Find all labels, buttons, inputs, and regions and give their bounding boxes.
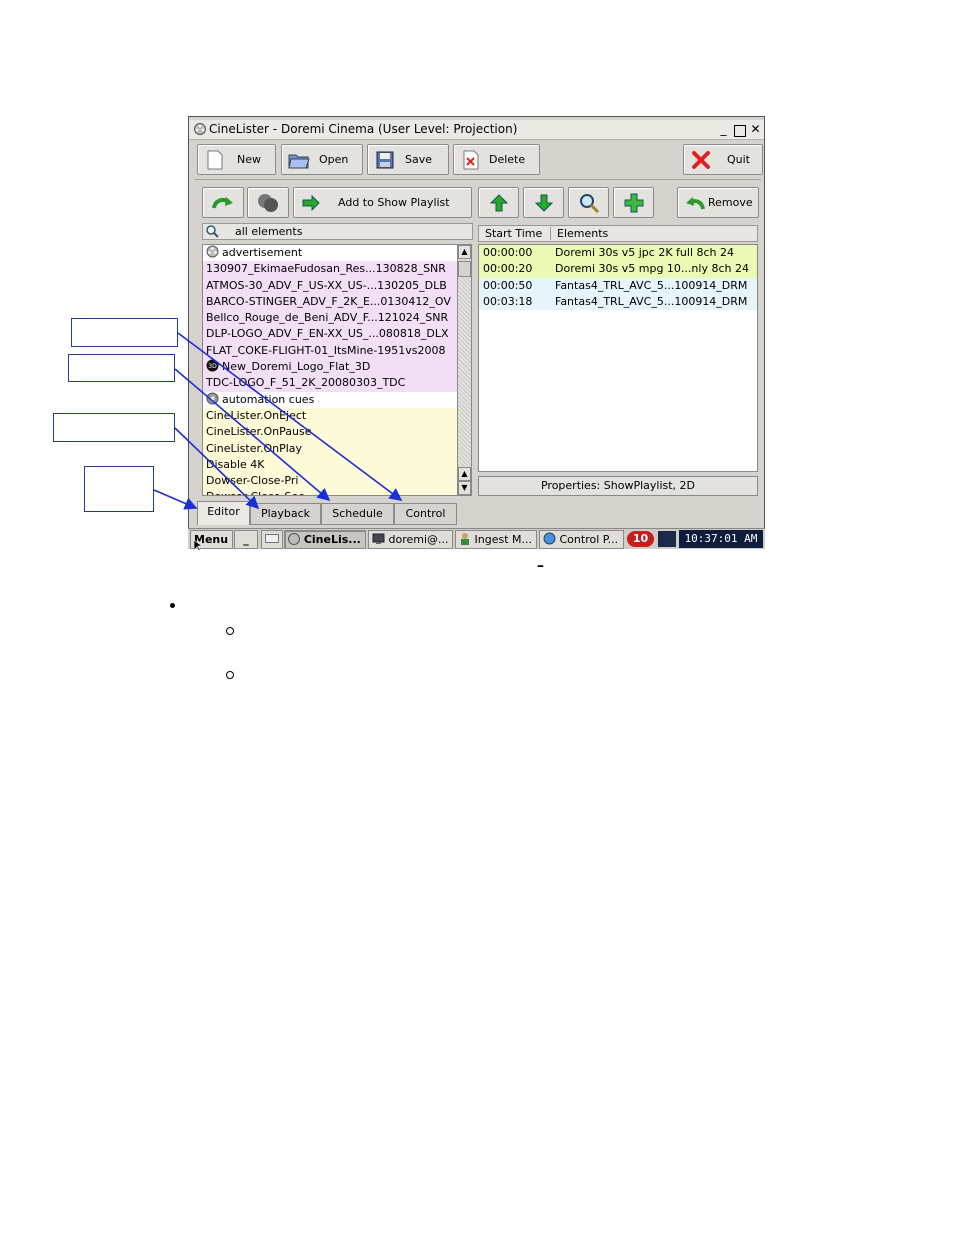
arrow-to-editor-tab (153, 489, 198, 510)
page-dash: – (537, 558, 544, 574)
sub-bullet (226, 627, 234, 635)
arrow-to-control-tab (177, 332, 403, 501)
bullet (170, 603, 175, 608)
arrow-to-playback-tab (174, 427, 260, 510)
callout-arrows (153, 332, 403, 510)
sub-bullet (226, 671, 234, 679)
